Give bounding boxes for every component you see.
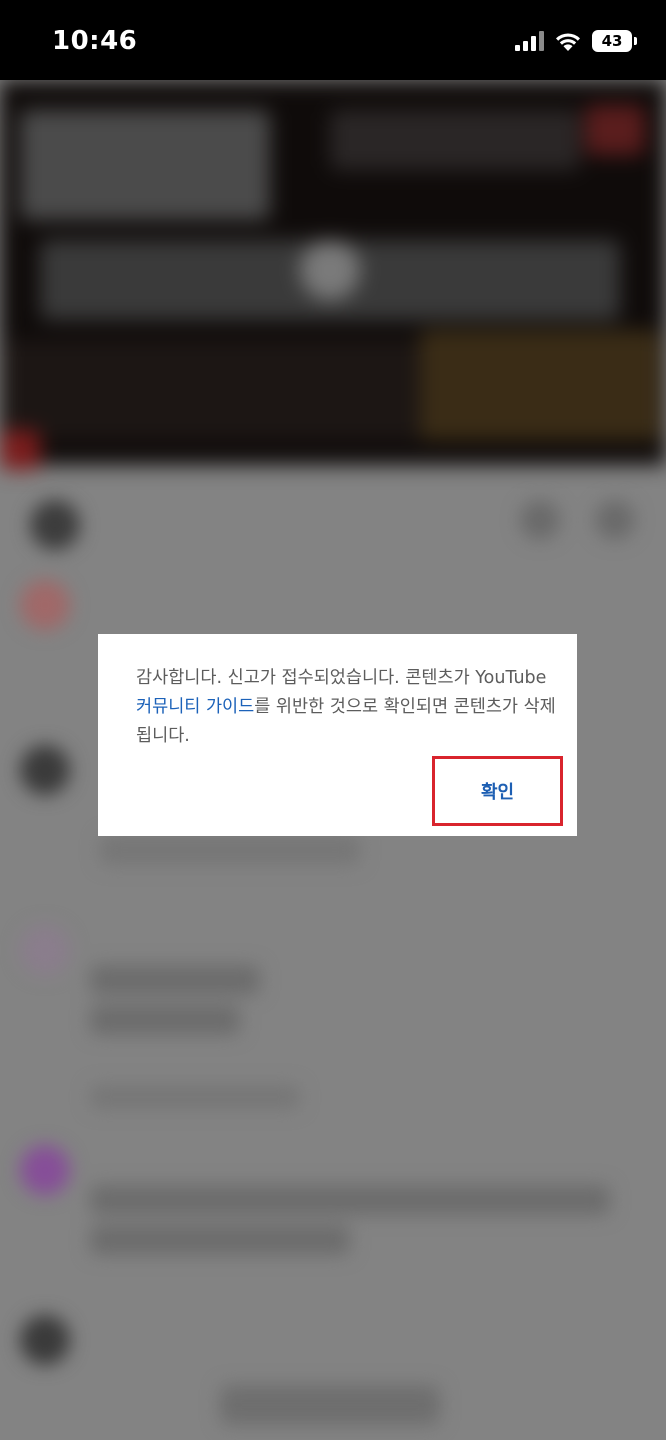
video-details-area (0, 465, 666, 1440)
dialog-message: 감사합니다. 신고가 접수되었습니다. 콘텐츠가 YouTube 커뮤니티 가이… (136, 664, 556, 751)
community-guidelines-link[interactable]: 커뮤니티 가이드 (136, 697, 254, 717)
confirm-button[interactable]: 확인 (432, 756, 563, 826)
video-player-area (0, 80, 666, 470)
cellular-signal-icon (515, 31, 544, 51)
battery-indicator: 43 (592, 30, 637, 52)
status-bar: 10:46 43 (0, 0, 666, 80)
report-confirmation-dialog: 감사합니다. 신고가 접수되었습니다. 콘텐츠가 YouTube 커뮤니티 가이… (98, 634, 577, 836)
dialog-message-text: 감사합니다. 신고가 접수되었습니다. 콘텐츠가 YouTube (136, 668, 547, 688)
status-time: 10:46 (52, 26, 138, 56)
wifi-icon (556, 33, 580, 51)
status-icons: 43 (515, 30, 637, 52)
